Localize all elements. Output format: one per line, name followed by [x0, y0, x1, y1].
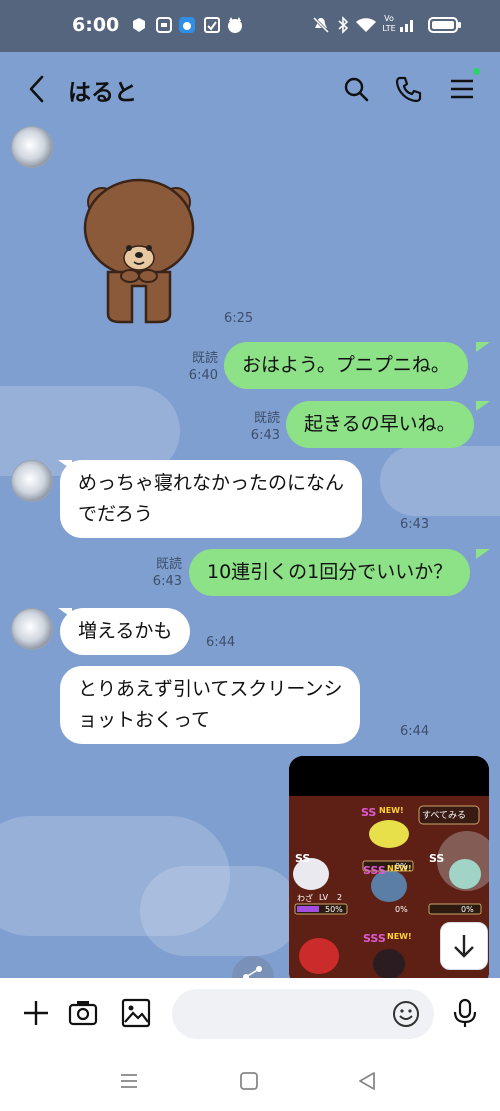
contact-name[interactable]: はると — [68, 73, 137, 107]
share-icon — [243, 966, 262, 978]
camera-icon[interactable] — [68, 998, 98, 1028]
message-time: 6:43 — [400, 517, 430, 532]
cat-app-notification-icon — [228, 17, 242, 33]
rank-tag: SS — [429, 852, 445, 865]
message-input-bar — [0, 978, 500, 1050]
message-text-line: めっちゃ寝れなかったのになん — [78, 472, 345, 494]
message-time: 6:43 — [152, 574, 182, 589]
message-meta: 既読 6:43 — [248, 410, 280, 444]
back-chevron-icon[interactable] — [24, 74, 50, 104]
messenger-notification-icon — [156, 17, 172, 33]
outgoing-message[interactable]: 10連引くの1回分でいいか？ — [189, 549, 471, 596]
message-time: 6:25 — [224, 311, 254, 326]
message-text-line: とりあえず引いてスクリーンシ — [78, 678, 343, 700]
progress-percent: 50% — [325, 905, 343, 914]
rank-tag: SS — [295, 852, 311, 865]
back-triangle-icon[interactable] — [356, 1070, 378, 1092]
message-time: 6:40 — [188, 368, 218, 383]
read-receipt: 既読 — [253, 411, 280, 426]
chat-area[interactable]: 6:25 既読 6:40 おはよう。プニプニね。 既読 6:43 起きるの早いね… — [0, 126, 500, 978]
app-notification-icon — [133, 18, 145, 32]
search-icon[interactable] — [342, 74, 370, 104]
arrow-down-icon — [454, 935, 474, 958]
level-value: 2 — [337, 893, 343, 902]
emoji-icon[interactable] — [392, 1000, 420, 1028]
background-cloud — [380, 446, 500, 516]
message-text: おはよう。プニプニね。 — [242, 354, 450, 376]
status-bar: 6:00 Vo LTE — [0, 0, 500, 52]
wifi-icon — [356, 18, 376, 32]
message-text-line: ョットおくって — [78, 709, 211, 731]
bubble-tail — [476, 401, 490, 411]
battery-icon — [428, 17, 461, 33]
bear-sticker[interactable] — [80, 176, 198, 324]
bubble-tail — [476, 549, 490, 559]
message-time: 6:44 — [400, 724, 430, 739]
read-receipt: 既読 — [191, 351, 218, 366]
contact-avatar[interactable] — [11, 608, 53, 650]
menu-icon[interactable] — [448, 74, 476, 104]
home-icon[interactable] — [238, 1070, 260, 1092]
contact-avatar[interactable] — [11, 126, 53, 168]
read-receipt: 既読 — [155, 557, 182, 572]
weather-notification-icon — [179, 17, 195, 33]
share-button[interactable] — [232, 956, 274, 978]
volte-label-top: Vo — [384, 14, 394, 23]
scroll-to-bottom-button[interactable] — [440, 922, 488, 970]
message-meta: 既読 6:43 — [150, 556, 182, 590]
microphone-icon[interactable] — [450, 998, 480, 1028]
progress-percent: 0% — [461, 905, 474, 914]
message-text: 起きるの早いね。 — [304, 413, 456, 435]
new-tag: NEW! — [387, 932, 412, 941]
bubble-tail — [476, 342, 490, 352]
volte-label-bottom: LTE — [382, 24, 396, 33]
rank-tag: SSS — [363, 864, 386, 877]
bubble-tail — [58, 608, 72, 618]
bubble-tail — [58, 460, 72, 470]
incoming-message[interactable]: めっちゃ寝れなかったのになん でだろう — [60, 460, 363, 538]
volte-label: Vo LTE — [382, 14, 396, 34]
rank-tag: SSS — [363, 932, 386, 945]
new-tag: NEW! — [379, 806, 404, 815]
recent-apps-icon[interactable] — [118, 1070, 140, 1092]
incoming-message[interactable]: とりあえず引いてスクリーンシ ョットおくって — [60, 666, 361, 744]
level-label: LV — [319, 893, 329, 902]
progress-percent: 0% — [395, 862, 408, 871]
notification-dot — [473, 68, 480, 75]
rank-tag: SS — [361, 806, 377, 819]
signal-icon — [400, 20, 413, 32]
outgoing-message[interactable]: おはよう。プニプニね。 — [224, 342, 468, 389]
bluetooth-icon — [338, 16, 349, 34]
message-time: 6:44 — [206, 635, 236, 650]
message-text-line: でだろう — [78, 503, 153, 525]
status-time: 6:00 — [72, 14, 120, 36]
message-time: 6:43 — [250, 428, 280, 443]
phone-icon[interactable] — [394, 74, 422, 104]
message-text: 増えるかも — [78, 620, 173, 642]
contact-avatar[interactable] — [11, 460, 53, 502]
incoming-message[interactable]: 増えるかも — [60, 608, 191, 655]
news-notification-icon — [204, 17, 220, 33]
background-cloud — [140, 866, 300, 956]
progress-percent: 0% — [395, 905, 408, 914]
image-icon[interactable] — [121, 998, 151, 1028]
outgoing-message[interactable]: 起きるの早いね。 — [286, 401, 474, 448]
waza-label: わざ — [297, 894, 313, 903]
see-all-label: すべてみる — [422, 811, 467, 821]
chat-header: はると — [0, 52, 500, 126]
message-text: 10連引くの1回分でいいか？ — [207, 561, 453, 583]
message-meta: 既読 6:40 — [186, 350, 218, 384]
mute-icon — [312, 16, 330, 34]
plus-icon[interactable] — [21, 998, 51, 1028]
system-nav-bar — [0, 1050, 500, 1111]
